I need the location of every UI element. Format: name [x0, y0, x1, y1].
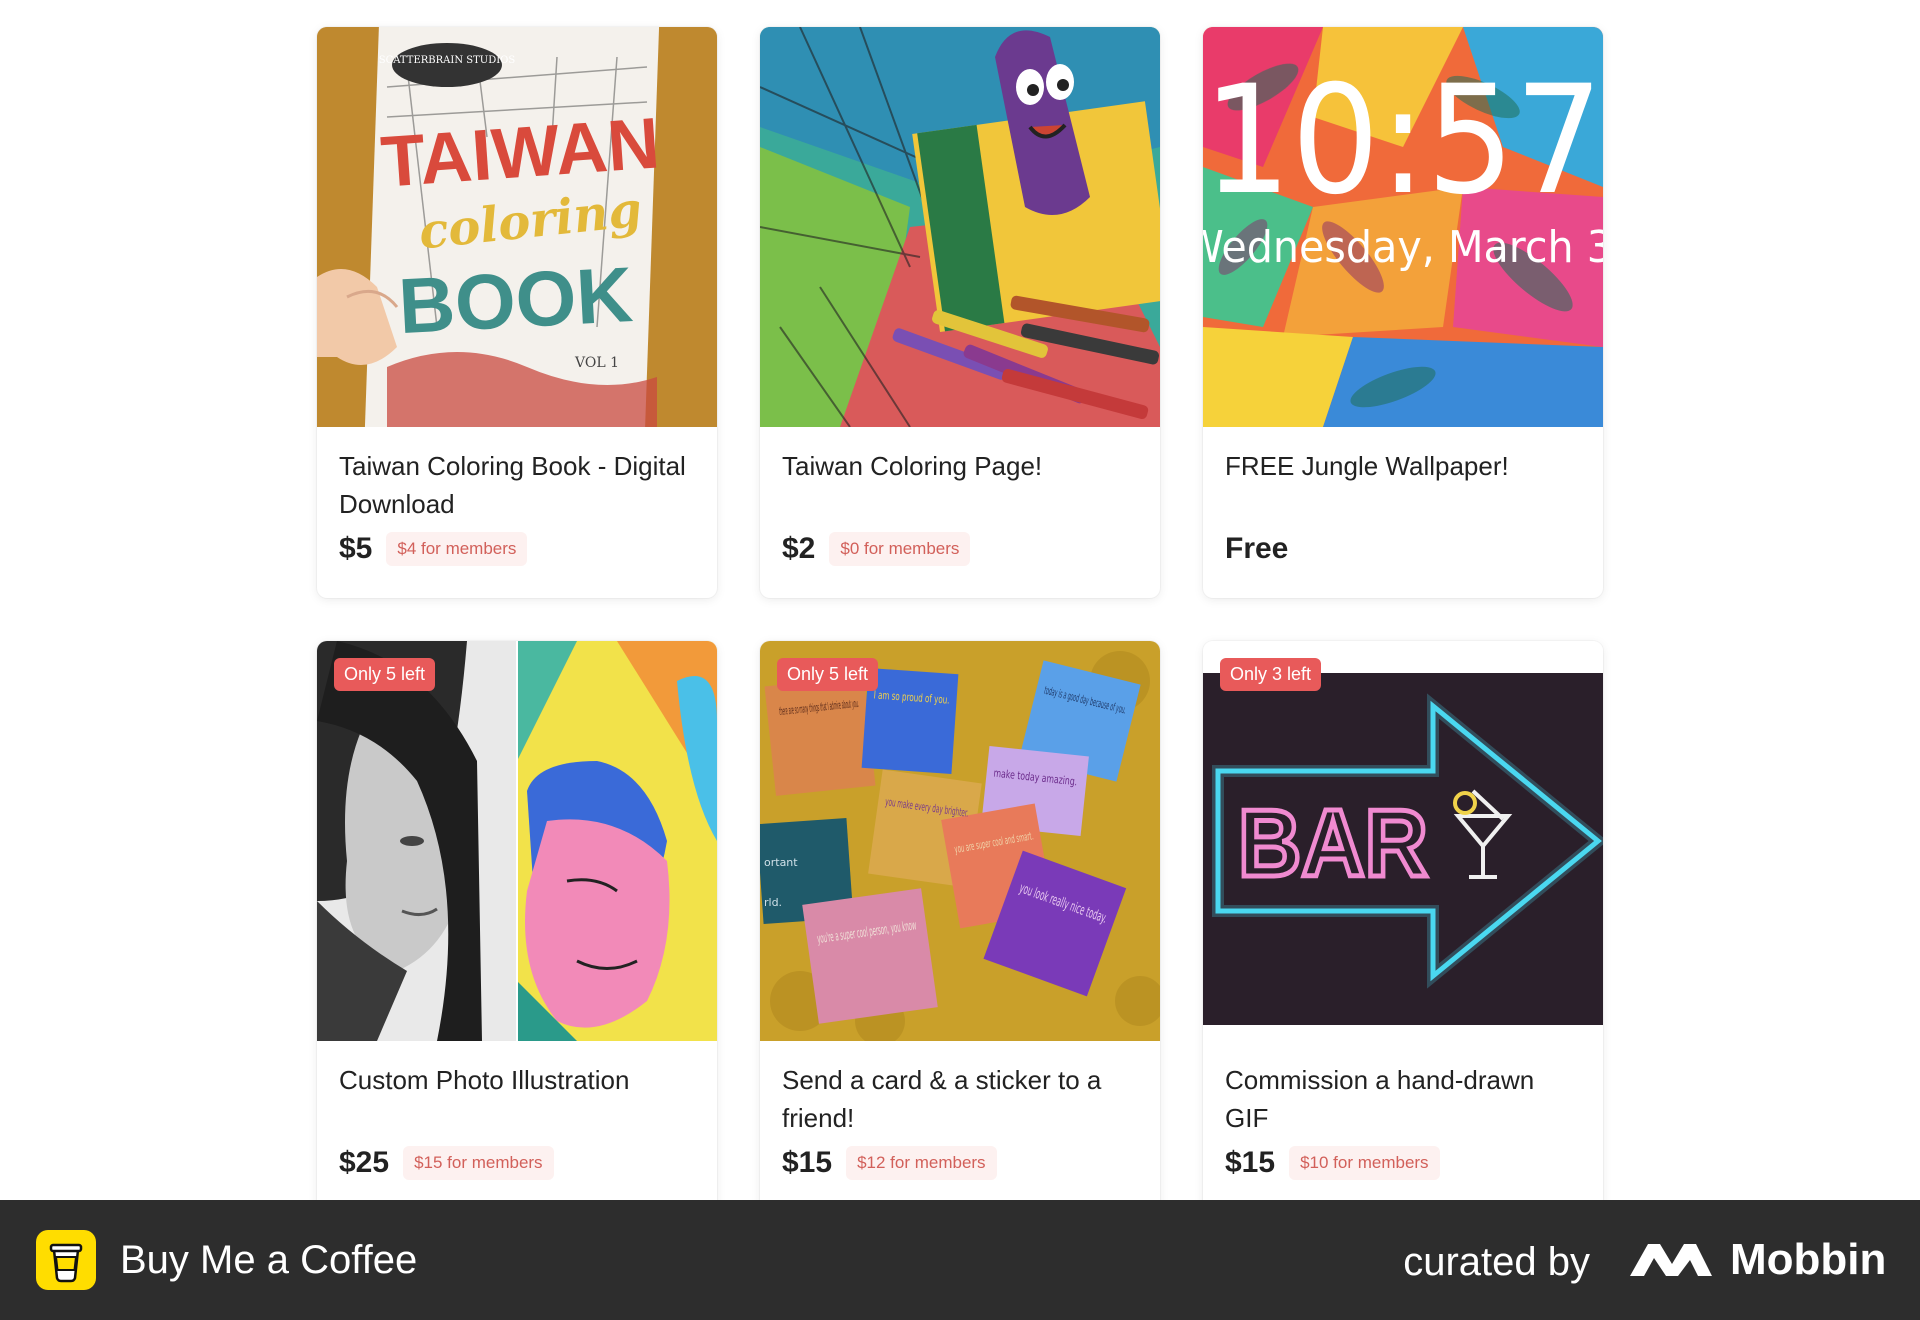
card-text-rld: rld.	[764, 896, 782, 909]
coloring-book-image: SCATTERBRAIN STUDIOS TAIWAN coloring BOO…	[317, 27, 717, 427]
product-price: $5	[339, 532, 373, 565]
product-price: $2	[782, 532, 816, 565]
thumbnail-book-text: BOOK	[396, 250, 634, 350]
cards-stickers-image: there are so many things that I admire a…	[760, 641, 1160, 1041]
price-row: $5 $4 for members	[339, 532, 528, 566]
coloring-page-image	[760, 27, 1160, 427]
product-title[interactable]: Send a card & a sticker to a friend!	[782, 1061, 1138, 1137]
thumbnail-volume-text: VOL 1	[574, 355, 619, 371]
product-card[interactable]: 10:57 Wednesday, March 3 FREE Jungle Wal…	[1203, 27, 1603, 598]
member-price-badge: $12 for members	[846, 1146, 997, 1180]
product-info: Commission a hand-drawn GIF $15 $10 for …	[1203, 1041, 1603, 1212]
price-row: $25 $15 for members	[339, 1146, 554, 1180]
product-thumbnail[interactable]: BAR Only 3 left	[1203, 641, 1603, 1041]
product-info: FREE Jungle Wallpaper! Free	[1203, 427, 1603, 598]
card-text-ortant: ortant	[764, 856, 798, 869]
thumbnail-clock-text: 10:57	[1203, 54, 1603, 228]
product-title[interactable]: Taiwan Coloring Book - Digital Download	[339, 447, 695, 523]
product-card[interactable]: SCATTERBRAIN STUDIOS TAIWAN coloring BOO…	[317, 27, 717, 598]
price-row: $15 $10 for members	[1225, 1146, 1440, 1180]
product-card[interactable]: Taiwan Coloring Page! $2 $0 for members	[760, 27, 1160, 598]
footer-app-name: Buy Me a Coffee	[120, 1238, 418, 1282]
product-grid: SCATTERBRAIN STUDIOS TAIWAN coloring BOO…	[317, 27, 1603, 1212]
footer-brand: Mobbin	[1730, 1235, 1887, 1284]
price-row: Free	[1225, 532, 1288, 566]
product-info: Send a card & a sticker to a friend! $15…	[760, 1041, 1160, 1212]
product-thumbnail[interactable]: 10:57 Wednesday, March 3	[1203, 27, 1603, 427]
footer-curated-by: curated by	[1403, 1240, 1590, 1284]
product-title[interactable]: Taiwan Coloring Page!	[782, 447, 1138, 523]
footer-bar: Buy Me a Coffee curated by Mobbin	[0, 1200, 1920, 1320]
product-info: Taiwan Coloring Book - Digital Download …	[317, 427, 717, 598]
stock-badge: Only 5 left	[777, 658, 879, 691]
product-thumbnail[interactable]	[760, 27, 1160, 427]
product-price: $15	[782, 1146, 833, 1179]
product-title[interactable]: Custom Photo Illustration	[339, 1061, 695, 1137]
product-info: Custom Photo Illustration $25 $15 for me…	[317, 1041, 717, 1212]
price-row: $2 $0 for members	[782, 532, 971, 566]
coffee-cup-icon	[36, 1230, 96, 1290]
member-price-badge: $15 for members	[403, 1146, 554, 1180]
product-card[interactable]: BAR Only 3 left Commission a hand-drawn …	[1203, 641, 1603, 1212]
product-card[interactable]: Only 5 left Custom Photo Illustration $2…	[317, 641, 717, 1212]
stock-badge: Only 3 left	[1220, 658, 1322, 691]
mobbin-logo-icon	[1626, 1236, 1716, 1284]
thumbnail-publisher-text: SCATTERBRAIN STUDIOS	[379, 55, 516, 66]
product-card[interactable]: there are so many things that I admire a…	[760, 641, 1160, 1212]
product-price: $25	[339, 1146, 390, 1179]
product-thumbnail[interactable]: Only 5 left	[317, 641, 717, 1041]
member-price-badge: $4 for members	[386, 532, 528, 566]
price-row: $15 $12 for members	[782, 1146, 997, 1180]
product-info: Taiwan Coloring Page! $2 $0 for members	[760, 427, 1160, 598]
jungle-wallpaper-image: 10:57 Wednesday, March 3	[1203, 27, 1603, 427]
product-thumbnail[interactable]: SCATTERBRAIN STUDIOS TAIWAN coloring BOO…	[317, 27, 717, 427]
photo-illustration-image	[317, 641, 717, 1041]
product-price: Free	[1225, 532, 1289, 565]
neon-bar-sign-image: BAR	[1203, 641, 1603, 1041]
product-price: $15	[1225, 1146, 1276, 1179]
product-title[interactable]: Commission a hand-drawn GIF	[1225, 1061, 1581, 1137]
member-price-badge: $0 for members	[829, 532, 971, 566]
thumbnail-date-text: Wednesday, March 3	[1203, 222, 1603, 273]
product-thumbnail[interactable]: there are so many things that I admire a…	[760, 641, 1160, 1041]
stock-badge: Only 5 left	[334, 658, 436, 691]
product-title[interactable]: FREE Jungle Wallpaper!	[1225, 447, 1581, 523]
neon-bar-text: BAR	[1238, 790, 1428, 897]
member-price-badge: $10 for members	[1289, 1146, 1440, 1180]
